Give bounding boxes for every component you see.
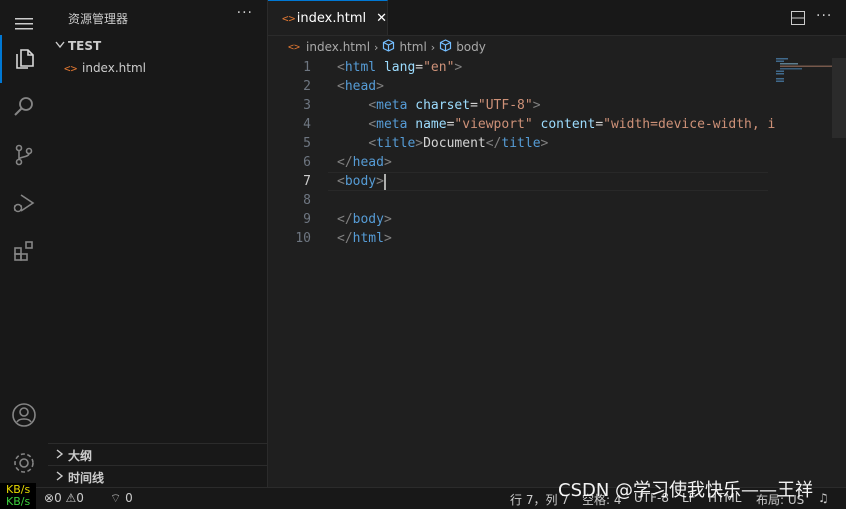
line-number: 10: [295, 231, 311, 246]
line-number: 2: [303, 79, 311, 94]
chevron-right-icon: [52, 470, 68, 484]
ports-indicator[interactable]: ⌔ 0: [110, 491, 133, 506]
cube-icon: [382, 39, 395, 55]
accounts-icon[interactable]: [0, 391, 48, 439]
line-number: 1: [303, 60, 311, 75]
chevron-down-icon: [52, 41, 68, 52]
html-file-icon: <>: [288, 41, 301, 53]
chevron-right-icon: ›: [430, 40, 436, 54]
source-control-icon[interactable]: [0, 131, 48, 179]
watermark: CSDN @学习使我快乐——王祥: [558, 480, 814, 501]
sidebar-title: 资源管理器: [68, 12, 129, 26]
breadcrumb-body[interactable]: body: [439, 39, 486, 55]
folder-row[interactable]: TEST: [48, 35, 267, 57]
breadcrumb-label: html: [399, 40, 427, 54]
file-item[interactable]: <> index.html: [48, 57, 267, 79]
search-icon[interactable]: [0, 83, 48, 131]
warning-icon: ⚠: [65, 491, 77, 505]
html-file-icon: <>: [64, 61, 78, 75]
code-line: 9 </body>: [268, 210, 768, 229]
code-line: 1 <html lang="en">: [268, 58, 768, 77]
activity-bar: [0, 0, 49, 487]
line-number: 3: [303, 98, 311, 113]
chevron-right-icon: ›: [374, 40, 379, 54]
download-speed: KB/s: [6, 495, 31, 508]
network-speed-overlay: KB/s KB/s: [0, 483, 36, 509]
tab-label: index.html: [296, 10, 367, 26]
extensions-icon[interactable]: [0, 227, 48, 275]
timeline-label: 时间线: [68, 470, 105, 485]
error-count: 0: [54, 491, 62, 505]
code-text: </html>: [337, 231, 392, 246]
code-text: <body>: [337, 173, 386, 190]
more-actions-icon[interactable]: ···: [237, 5, 253, 21]
line-number: 9: [303, 212, 311, 227]
more-actions-icon[interactable]: ···: [816, 8, 832, 24]
breadcrumb-label: index.html: [306, 40, 371, 54]
ports-count: 0: [125, 491, 133, 505]
broadcast-icon: ⌔: [110, 491, 122, 505]
code-line: 10 </html>: [268, 229, 768, 248]
breadcrumb-html[interactable]: html: [382, 39, 427, 55]
cube-icon: [439, 39, 452, 55]
text-cursor: [383, 173, 386, 190]
code-text: </body>: [337, 212, 392, 227]
code-line: 6 </head>: [268, 153, 768, 172]
breadcrumb-label: body: [456, 40, 486, 54]
code-text: <meta name="viewport" content="width=dev…: [368, 117, 776, 132]
line-number: 7: [303, 174, 311, 189]
code-text: <head>: [337, 79, 384, 94]
code-text: <html lang="en">: [337, 60, 463, 75]
code-line: 5 <title>Document</title>: [268, 134, 768, 153]
html-file-icon: <>: [282, 11, 296, 25]
breadcrumb-file[interactable]: <> index.html: [288, 40, 370, 54]
timeline-section[interactable]: 时间线: [48, 465, 267, 488]
code-text: <title>Document</title>: [368, 136, 549, 151]
explorer-icon[interactable]: [0, 35, 48, 83]
code-line: 8: [268, 191, 768, 210]
breadcrumb: <> index.html › html › body: [268, 36, 846, 58]
code-editor[interactable]: 1 <html lang="en"> 2 <head> 3 <meta charse…: [268, 58, 846, 487]
vertical-scrollbar[interactable]: [832, 58, 846, 138]
editor-tabs: <> index.html ✕ ···: [268, 0, 846, 36]
code-line: 7 <body>: [268, 172, 768, 191]
code-text: </head>: [337, 155, 392, 170]
run-debug-icon[interactable]: [0, 179, 48, 227]
file-name: index.html: [82, 61, 146, 75]
chevron-right-icon: [52, 448, 68, 462]
problems-indicator[interactable]: ⊗0 ⚠0: [44, 491, 84, 505]
folder-name: TEST: [68, 39, 102, 53]
minimap[interactable]: [768, 58, 832, 487]
line-number: 8: [303, 193, 311, 208]
close-icon[interactable]: ✕: [376, 11, 387, 26]
code-line: 2 <head>: [268, 77, 768, 96]
notifications-icon[interactable]: ♫: [818, 491, 829, 505]
split-editor-icon[interactable]: [791, 10, 805, 29]
code-line: 3 <meta charset="UTF-8">: [268, 96, 768, 115]
line-number: 5: [303, 136, 311, 151]
explorer-sidebar: 资源管理器 ··· TEST <> index.html 大纲 时间线: [48, 0, 268, 487]
line-number: 6: [303, 155, 311, 170]
line-number: 4: [303, 117, 311, 132]
tab-index-html[interactable]: <> index.html ✕: [268, 0, 388, 35]
code-line: 4 <meta name="viewport" content="width=d…: [268, 115, 775, 134]
outline-label: 大纲: [68, 448, 93, 463]
manage-gear-icon[interactable]: [0, 439, 48, 487]
warning-count: 0: [76, 491, 84, 505]
outline-section[interactable]: 大纲: [48, 443, 267, 466]
code-text: <meta charset="UTF-8">: [368, 98, 541, 113]
error-icon: ⊗: [44, 491, 55, 505]
